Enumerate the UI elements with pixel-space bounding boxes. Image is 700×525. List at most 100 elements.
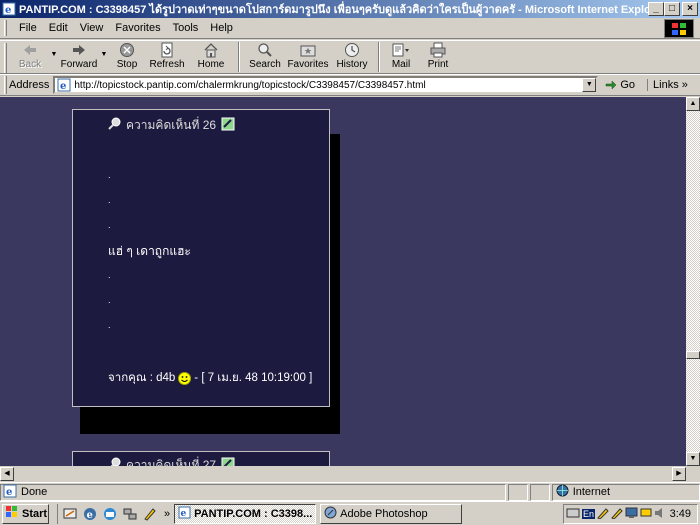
- page-viewport[interactable]: ความคิดเห็นที่ 26 . . . แฮ่ ๆ เดาถูกแฮะ …: [0, 97, 686, 466]
- status-cell: [508, 483, 528, 501]
- history-icon: [342, 42, 362, 58]
- monitor-icon[interactable]: [625, 507, 638, 522]
- svg-text:e: e: [87, 510, 93, 521]
- windows-logo-icon: [664, 19, 694, 38]
- horizontal-scrollbar[interactable]: ◀ ▶: [0, 466, 700, 482]
- pen-tool-icon[interactable]: [142, 506, 158, 522]
- address-label: Address: [9, 79, 50, 91]
- minimize-button[interactable]: _: [648, 2, 664, 16]
- stop-button[interactable]: Stop: [109, 41, 145, 73]
- favorites-button[interactable]: Favorites: [285, 41, 331, 73]
- forward-button[interactable]: Forward: [59, 41, 99, 73]
- back-arrow-icon: [20, 42, 40, 58]
- internet-explorer-icon[interactable]: e: [82, 506, 98, 522]
- stop-icon: [117, 42, 137, 58]
- scroll-down-icon[interactable]: ▼: [686, 452, 700, 466]
- spacer-dot: .: [108, 170, 111, 180]
- toolbar-separator: [238, 42, 240, 72]
- comment-box: ความคิดเห็นที่ 26 . . . แฮ่ ๆ เดาถูกแฮะ …: [72, 109, 330, 407]
- scroll-left-icon[interactable]: ◀: [0, 467, 14, 481]
- windows-logo-icon: [5, 506, 19, 521]
- language-indicator[interactable]: En: [582, 509, 596, 519]
- spacer-dot: .: [108, 220, 111, 230]
- comment-footer: จากคุณ : d4b - [ 7 เม.ย. 48 10:19:00 ]: [108, 369, 312, 387]
- comment-timestamp: - [ 7 เม.ย. 48 10:19:00 ]: [194, 372, 313, 384]
- close-button[interactable]: ×: [682, 2, 698, 16]
- back-button[interactable]: Back: [11, 41, 49, 73]
- menu-tools[interactable]: Tools: [167, 22, 205, 34]
- comment-author[interactable]: จากคุณ : d4b: [108, 369, 175, 387]
- address-field[interactable]: e ▼: [53, 76, 599, 94]
- keyboard-icon[interactable]: [566, 507, 580, 522]
- maximize-button[interactable]: □: [664, 2, 680, 16]
- address-bar: Address e ▼ Go Links »: [0, 74, 700, 96]
- svg-text:e: e: [5, 5, 11, 16]
- edit-note-icon[interactable]: [221, 117, 235, 134]
- menu-view[interactable]: View: [74, 22, 110, 34]
- network-icon[interactable]: [122, 506, 138, 522]
- menu-edit[interactable]: Edit: [43, 22, 74, 34]
- photoshop-icon: [324, 506, 337, 522]
- window-title: PANTIP.COM : C3398457 ได้รูปวาดเท่าๆขนาด…: [19, 4, 649, 16]
- quick-launch: e: [57, 503, 158, 524]
- svg-text:e: e: [181, 509, 187, 519]
- outlook-express-icon[interactable]: [102, 506, 118, 522]
- forward-dropdown-icon[interactable]: ▼: [99, 51, 109, 58]
- print-button[interactable]: Print: [417, 41, 459, 73]
- security-zone[interactable]: Internet: [551, 483, 700, 501]
- menu-file[interactable]: File: [13, 22, 43, 34]
- chat-icon[interactable]: [640, 507, 652, 522]
- links-button[interactable]: Links »: [647, 79, 688, 91]
- toolbar-grip[interactable]: [4, 43, 7, 73]
- search-button[interactable]: Search: [245, 41, 285, 73]
- toolbar-separator-2: [378, 42, 380, 72]
- scroll-thumb[interactable]: [686, 351, 700, 359]
- spacer-dot: .: [108, 295, 111, 305]
- address-dropdown-icon[interactable]: ▼: [582, 78, 597, 92]
- favorites-folder-icon: [298, 42, 318, 58]
- go-button[interactable]: Go: [604, 78, 635, 93]
- tray-tool-icon[interactable]: [611, 507, 623, 522]
- task-ie-window[interactable]: e PANTIP.COM : C3398...: [174, 503, 317, 524]
- go-arrow-icon: [604, 78, 618, 93]
- task-photoshop[interactable]: Adobe Photoshop: [320, 503, 463, 524]
- comment-box: ความคิดเห็นที่ 27: [72, 451, 330, 466]
- menu-favorites[interactable]: Favorites: [109, 22, 166, 34]
- spacer-dot: .: [108, 270, 111, 280]
- vertical-scrollbar[interactable]: ▲ ▼: [686, 97, 700, 466]
- scroll-up-icon[interactable]: ▲: [686, 97, 700, 111]
- status-bar: e Done Internet: [0, 482, 700, 501]
- comment-number: ความคิดเห็นที่ 27: [126, 458, 217, 466]
- mail-button[interactable]: Mail: [385, 41, 417, 73]
- title-bar[interactable]: e PANTIP.COM : C3398457 ได้รูปวาดเท่าๆขน…: [0, 0, 700, 18]
- quicklaunch-chevron-icon[interactable]: »: [164, 508, 170, 520]
- page-done-icon: e: [3, 484, 17, 501]
- scroll-right-icon[interactable]: ▶: [672, 467, 686, 481]
- magnifier-icon: [108, 117, 122, 134]
- svg-text:e: e: [6, 487, 12, 498]
- address-input[interactable]: [74, 79, 585, 91]
- search-icon: [255, 42, 275, 58]
- show-desktop-icon[interactable]: [62, 506, 78, 522]
- menu-help[interactable]: Help: [204, 22, 239, 34]
- edit-note-icon[interactable]: [221, 457, 235, 466]
- speaker-icon[interactable]: [654, 507, 666, 522]
- address-grip[interactable]: [4, 76, 7, 94]
- comment-number: ความคิดเห็นที่ 26: [126, 118, 217, 132]
- spacer-dot: .: [108, 320, 111, 330]
- forward-arrow-icon: [69, 42, 89, 58]
- home-button[interactable]: Home: [189, 41, 233, 73]
- menu-bar: File Edit View Favorites Tools Help: [0, 18, 700, 39]
- ie-page-icon: e: [57, 78, 71, 92]
- status-text: Done: [21, 486, 48, 498]
- taskbar: Start e » e PANTIP.COM : C3398... Adobe …: [0, 501, 700, 525]
- start-button[interactable]: Start: [2, 503, 49, 524]
- refresh-button[interactable]: Refresh: [145, 41, 189, 73]
- menu-grip[interactable]: [4, 20, 7, 36]
- status-cell: [529, 483, 550, 501]
- tray-tool-icon[interactable]: [597, 507, 609, 522]
- back-dropdown-icon[interactable]: ▼: [49, 51, 59, 58]
- history-button[interactable]: History: [331, 41, 373, 73]
- magnifier-icon: [108, 457, 122, 466]
- status-main: e Done: [0, 483, 507, 501]
